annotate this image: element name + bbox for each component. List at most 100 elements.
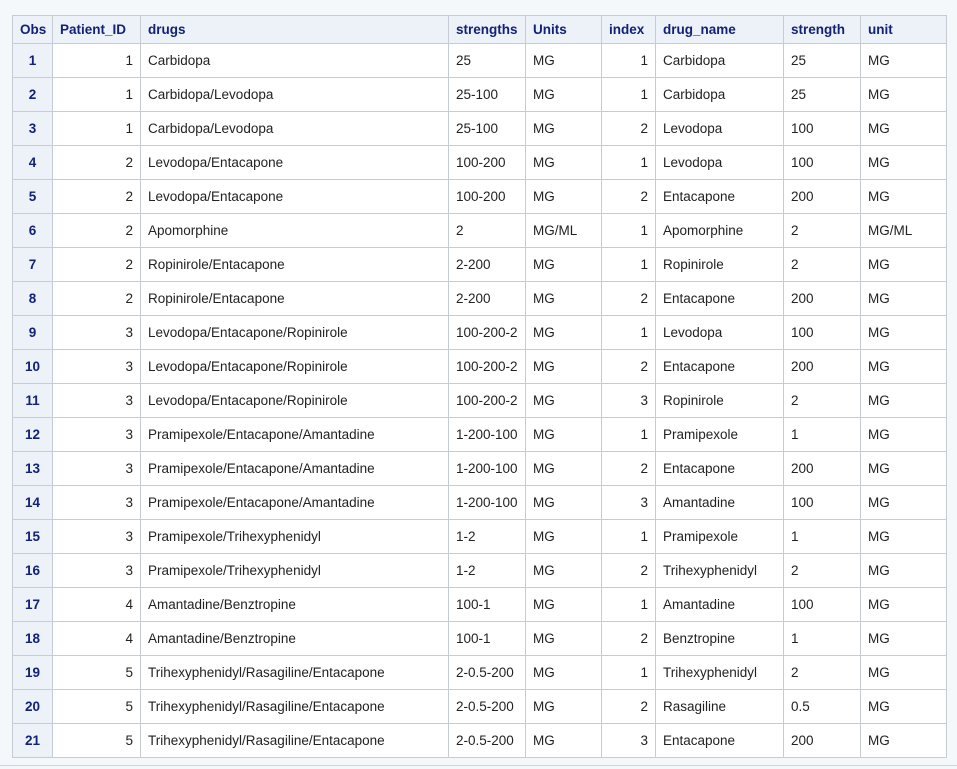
cell-drug_name: Carbidopa — [656, 44, 784, 78]
cell-drug_name: Pramipexole — [656, 520, 784, 554]
cell-units: MG — [526, 248, 602, 282]
cell-index: 3 — [602, 384, 656, 418]
table-row: 21Carbidopa/Levodopa25-100MG1Carbidopa25… — [13, 78, 947, 112]
cell-units: MG — [526, 724, 602, 758]
cell-strength: 0.5 — [784, 690, 861, 724]
cell-index: 2 — [602, 180, 656, 214]
cell-units: MG — [526, 78, 602, 112]
obs-rowheader-cell: 7 — [13, 248, 53, 282]
cell-unit: MG — [861, 452, 947, 486]
obs-rowheader-cell: 19 — [13, 656, 53, 690]
cell-strengths: 100-200-2 — [449, 350, 526, 384]
cell-drugs: Trihexyphenidyl/Rasagiline/Entacapone — [141, 690, 449, 724]
obs-rowheader-cell: 18 — [13, 622, 53, 656]
cell-drugs: Trihexyphenidyl/Rasagiline/Entacapone — [141, 724, 449, 758]
cell-strengths: 25-100 — [449, 112, 526, 146]
column-header-drugs: drugs — [141, 16, 449, 44]
cell-units: MG — [526, 384, 602, 418]
cell-unit: MG — [861, 520, 947, 554]
column-header-strengths: strengths — [449, 16, 526, 44]
table-row: 113Levodopa/Entacapone/Ropinirole100-200… — [13, 384, 947, 418]
cell-strength: 2 — [784, 384, 861, 418]
cell-units: MG — [526, 486, 602, 520]
cell-strength: 100 — [784, 112, 861, 146]
cell-patient_id: 4 — [53, 622, 141, 656]
cell-strengths: 25 — [449, 44, 526, 78]
cell-drug_name: Apomorphine — [656, 214, 784, 248]
cell-drug_name: Carbidopa — [656, 78, 784, 112]
column-header-units: Units — [526, 16, 602, 44]
cell-drug_name: Pramipexole — [656, 418, 784, 452]
cell-unit: MG — [861, 316, 947, 350]
cell-units: MG — [526, 350, 602, 384]
cell-strength: 200 — [784, 180, 861, 214]
cell-index: 1 — [602, 520, 656, 554]
cell-drug_name: Levodopa — [656, 316, 784, 350]
table-row: 93Levodopa/Entacapone/Ropinirole100-200-… — [13, 316, 947, 350]
results-table: ObsPatient_IDdrugsstrengthsUnitsindexdru… — [12, 15, 947, 758]
cell-index: 2 — [602, 350, 656, 384]
cell-index: 1 — [602, 146, 656, 180]
cell-strength: 100 — [784, 588, 861, 622]
cell-strength: 2 — [784, 656, 861, 690]
cell-units: MG — [526, 656, 602, 690]
cell-patient_id: 1 — [53, 112, 141, 146]
cell-drugs: Apomorphine — [141, 214, 449, 248]
cell-strength: 2 — [784, 248, 861, 282]
obs-rowheader-cell: 9 — [13, 316, 53, 350]
cell-units: MG/ML — [526, 214, 602, 248]
cell-unit: MG/ML — [861, 214, 947, 248]
cell-patient_id: 1 — [53, 78, 141, 112]
bottom-divider — [0, 765, 957, 766]
obs-rowheader-cell: 12 — [13, 418, 53, 452]
cell-patient_id: 3 — [53, 418, 141, 452]
cell-strength: 200 — [784, 724, 861, 758]
column-header-strength: strength — [784, 16, 861, 44]
table-row: 31Carbidopa/Levodopa25-100MG2Levodopa100… — [13, 112, 947, 146]
cell-units: MG — [526, 588, 602, 622]
cell-index: 1 — [602, 316, 656, 350]
obs-rowheader-cell: 13 — [13, 452, 53, 486]
cell-patient_id: 4 — [53, 588, 141, 622]
cell-strength: 2 — [784, 214, 861, 248]
cell-unit: MG — [861, 78, 947, 112]
cell-drug_name: Amantadine — [656, 588, 784, 622]
cell-strength: 25 — [784, 78, 861, 112]
cell-drug_name: Ropinirole — [656, 248, 784, 282]
cell-strength: 2 — [784, 554, 861, 588]
cell-drugs: Ropinirole/Entacapone — [141, 248, 449, 282]
cell-index: 3 — [602, 724, 656, 758]
obs-rowheader-cell: 14 — [13, 486, 53, 520]
cell-drugs: Ropinirole/Entacapone — [141, 282, 449, 316]
cell-units: MG — [526, 554, 602, 588]
cell-strength: 1 — [784, 418, 861, 452]
cell-unit: MG — [861, 418, 947, 452]
cell-strengths: 25-100 — [449, 78, 526, 112]
cell-drug_name: Levodopa — [656, 146, 784, 180]
cell-patient_id: 3 — [53, 316, 141, 350]
obs-rowheader-cell: 15 — [13, 520, 53, 554]
cell-strengths: 100-1 — [449, 622, 526, 656]
cell-patient_id: 1 — [53, 44, 141, 78]
obs-rowheader-cell: 21 — [13, 724, 53, 758]
cell-units: MG — [526, 520, 602, 554]
obs-rowheader-cell: 4 — [13, 146, 53, 180]
cell-index: 2 — [602, 690, 656, 724]
cell-unit: MG — [861, 180, 947, 214]
cell-drug_name: Rasagiline — [656, 690, 784, 724]
cell-drug_name: Entacapone — [656, 724, 784, 758]
cell-unit: MG — [861, 248, 947, 282]
cell-units: MG — [526, 146, 602, 180]
table-row: 163Pramipexole/Trihexyphenidyl1-2MG2Trih… — [13, 554, 947, 588]
cell-strength: 1 — [784, 520, 861, 554]
cell-strengths: 2 — [449, 214, 526, 248]
cell-unit: MG — [861, 350, 947, 384]
cell-index: 1 — [602, 214, 656, 248]
cell-patient_id: 2 — [53, 248, 141, 282]
cell-units: MG — [526, 452, 602, 486]
cell-index: 1 — [602, 78, 656, 112]
obs-rowheader-cell: 2 — [13, 78, 53, 112]
cell-index: 1 — [602, 588, 656, 622]
cell-index: 2 — [602, 282, 656, 316]
cell-strength: 100 — [784, 486, 861, 520]
